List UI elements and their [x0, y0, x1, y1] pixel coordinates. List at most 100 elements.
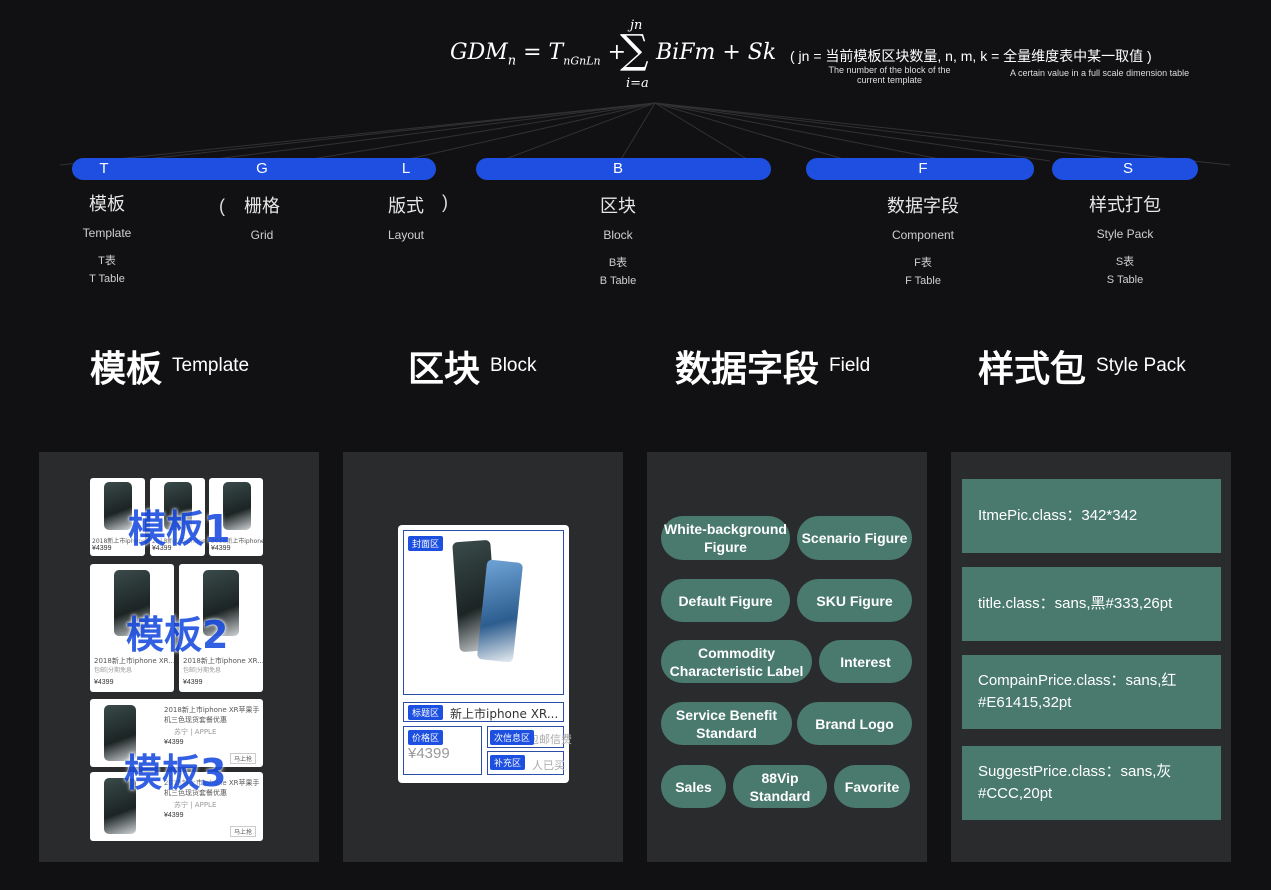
secondary-tag: 次信息区	[490, 730, 535, 745]
field-sku-figure: SKU Figure	[797, 579, 912, 622]
supplement-tag: 补充区	[490, 755, 526, 770]
dim-layout-cn: 版式	[388, 196, 424, 217]
card-price: ¥4399	[183, 679, 203, 686]
dim-field-table-cn: F表	[914, 257, 932, 269]
list-title-line-2: 机三色现货套餐优惠	[164, 716, 227, 724]
section-title-field: 数据字段 Field	[675, 340, 870, 392]
dim-block-cn: 区块	[600, 196, 636, 217]
dim-field-en: Component	[891, 228, 955, 242]
field-favorite: Favorite	[834, 765, 910, 808]
field-commodity-characteristic-label: Commodity Characteristic Label	[661, 640, 812, 683]
sum-lower-limit: i=a	[626, 76, 649, 91]
section-template-cn: 模板	[90, 349, 163, 390]
paren-close: )	[442, 192, 448, 212]
dim-grid-cn: 栅格	[244, 196, 280, 217]
formula-rest: BiFm + Sk	[656, 40, 777, 65]
pill-letter-l: L	[401, 160, 411, 177]
dim-block-table-en: B Table	[599, 275, 637, 287]
field-interest: Interest	[819, 640, 912, 683]
price-zone-text: ¥4399	[408, 745, 450, 762]
dim-field: 数据字段 Component F表 F Table	[887, 192, 959, 290]
formula-lhs-sub: n	[507, 53, 517, 69]
dim-style-table-cn: S表	[1115, 256, 1135, 268]
section-template-en: Template	[172, 355, 250, 376]
formula-t-sub: nGnLn	[563, 54, 601, 68]
style-rule-title: title.class：sans,黑#333,26pt	[962, 567, 1221, 641]
list-shop: 苏宁 | APPLE	[174, 801, 217, 809]
formula-note: ( jn = 当前模板区块数量, n, m, k = 全量维度表中某一取值 )	[790, 48, 1152, 64]
dim-template-table-en: T Table	[89, 273, 125, 285]
pill-letter-g: G	[256, 160, 268, 177]
tgl-pill: T G L	[72, 158, 436, 180]
dim-grid: 栅格 Grid	[244, 192, 280, 242]
field-88vip-standard: 88Vip Standard	[733, 765, 827, 808]
s-pill: S	[1052, 158, 1198, 180]
section-field-en: Field	[829, 355, 871, 376]
section-block-cn: 区块	[408, 349, 481, 390]
list-price: ¥4399	[164, 812, 184, 819]
template-label-1: 模板1	[128, 507, 231, 551]
field-service-benefit-standard: Service Benefit Standard	[661, 702, 792, 745]
dim-template-table-cn: T表	[98, 255, 116, 267]
buy-button[interactable]: 马上抢	[230, 753, 257, 764]
title-zone-text: 新上市iphone XR...	[450, 707, 559, 721]
list-title-line-1: 2018新上市iphone XR苹果手	[164, 706, 260, 714]
dim-template-cn: 模板	[88, 194, 125, 215]
dim-field-table-en: F Table	[905, 275, 941, 287]
field-default-figure: Default Figure	[661, 579, 790, 622]
gdm-formula: GDMn = TnGnLn + jn ∑ i=a BiFm + Sk	[450, 18, 776, 98]
cover-tag: 封面区	[408, 536, 444, 551]
style-rule-compain-price: CompainPrice.class：sans,红#E61415,32pt	[962, 655, 1221, 729]
field-sales: Sales	[661, 765, 726, 808]
secondary-zone-text: 包邮信费	[528, 733, 572, 746]
supplement-zone-text: 人已买	[532, 759, 565, 772]
dim-block-table: B表 B Table	[600, 254, 637, 290]
buy-button[interactable]: 马上抢	[230, 826, 257, 837]
dim-layout: 版式 Layout	[388, 192, 424, 242]
formula-note-en-2: A certain value in a full scale dimensio…	[1010, 68, 1190, 78]
dim-style-cn: 样式打包	[1089, 195, 1161, 216]
card-tag: 包邮|分期免息	[94, 667, 133, 674]
dim-template-table: T表 T Table	[83, 252, 132, 288]
sigma-icon: ∑	[620, 27, 649, 73]
pill-letter-b: B	[612, 160, 624, 177]
title-tag: 标题区	[408, 705, 444, 720]
section-title-style: 样式包 Style Pack	[978, 340, 1186, 392]
dim-field-cn: 数据字段	[887, 196, 959, 217]
dim-field-table: F表 F Table	[887, 254, 959, 290]
field-white-background-figure: White-background Figure	[661, 516, 790, 560]
card-price: ¥4399	[94, 679, 114, 686]
dim-block-en: Block	[603, 228, 633, 242]
formula-note-en-1: The number of the block of the current t…	[828, 65, 951, 85]
style-rule-suggest-price: SuggestPrice.class：sans,灰#CCC,20pt	[962, 746, 1221, 820]
template-label-2: 模板2	[126, 613, 229, 657]
card-tag: 包邮|分期免息	[183, 667, 222, 674]
dim-layout-en: Layout	[387, 228, 425, 242]
b-pill: B	[476, 158, 771, 180]
pill-letter-f: F	[918, 160, 928, 177]
section-block-en: Block	[490, 355, 537, 376]
field-brand-logo: Brand Logo	[797, 702, 912, 745]
dim-grid-en: Grid	[250, 228, 274, 242]
dim-style-table: S表 S Table	[1089, 253, 1161, 289]
field-scenario-figure: Scenario Figure	[797, 516, 912, 560]
paren-open: (	[219, 196, 225, 216]
template-label-3: 模板3	[124, 751, 227, 795]
f-pill: F	[806, 158, 1034, 180]
section-title-template: 模板 Template	[90, 340, 249, 392]
dim-style-table-en: S Table	[1106, 274, 1144, 286]
section-field-cn: 数据字段	[675, 349, 820, 390]
pill-letter-t: T	[99, 160, 109, 177]
formula-lhs: GDM	[450, 40, 508, 65]
style-rule-itempic: ItmePic.class：342*342	[962, 479, 1221, 553]
dim-style-en: Style Pack	[1096, 227, 1154, 241]
cover-zone	[403, 530, 564, 695]
section-style-en: Style Pack	[1096, 355, 1186, 376]
block-product-card: 封面区 新上市iphone XR... 标题区 ¥4399 价格区 包邮信费 次…	[398, 525, 572, 783]
formula-eq: = T	[523, 40, 564, 65]
dim-style: 样式打包 Style Pack S表 S Table	[1089, 191, 1161, 289]
section-style-cn: 样式包	[978, 349, 1087, 390]
list-shop: 苏宁 | APPLE	[174, 728, 217, 736]
dim-block-table-cn: B表	[608, 257, 628, 269]
card-price: ¥4399	[92, 545, 112, 552]
